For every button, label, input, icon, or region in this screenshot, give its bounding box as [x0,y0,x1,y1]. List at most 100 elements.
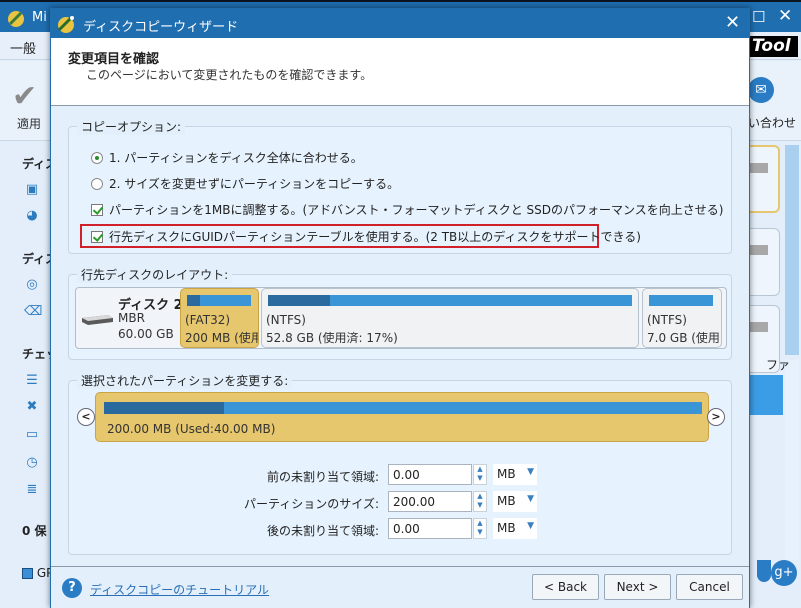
partition-fs: (NTFS) [647,313,687,327]
google-plus-icon[interactable]: g+ [771,560,797,586]
option-label: 行先ディスクにGUIDパーティションテーブルを使用する。(2 TB以上のディスク… [109,230,641,244]
align-icon[interactable]: ☰ [24,373,40,389]
partition-size-bar[interactable] [104,402,702,414]
tools-icon[interactable]: ✖ [24,399,40,415]
chevron-down-icon[interactable]: ▼ [527,521,534,531]
partition-bar [649,295,713,306]
brand-logo: Tool [748,36,798,57]
spinner-icon[interactable]: ▲ ▼ [473,518,487,539]
chevron-right-icon[interactable]: > [707,408,725,426]
copy-options-legend: コピーオプション: [77,118,186,135]
unit-value: MB [497,521,516,535]
page-title: 変更項目を確認 [68,52,160,67]
dialog-title: ディスクコピーウィザード [83,20,239,35]
unit-value: MB [497,467,516,481]
page-subtitle: このページにおいて変更されたものを確認できます。 [86,68,373,82]
gauge-icon[interactable]: ◷ [24,455,40,471]
option-label: パーティションを1MBに調整する。(アドバンスト・フォーマットディスクと SSD… [109,203,724,217]
unallocated-after-row: 後の未割り当て領域: ▲▼ MB ▼ [259,518,549,540]
partition-bar [187,295,251,306]
destination-layout-group: 行先ディスクのレイアウト: ディスク 2 MBR 60.00 GB (FAT32… [68,266,732,360]
list-icon[interactable]: ≣ [24,482,40,498]
partition-icon[interactable]: ◕ [24,208,40,224]
partition-block[interactable]: (NTFS) 52.8 GB (使用済: 17%) [261,288,639,348]
scrollbar[interactable] [785,360,799,560]
disk-size: 60.00 GB [118,327,174,341]
option-label: 2. サイズを変更せずにパーティションをコピーする。 [109,177,400,191]
unallocated-before-row: 前の未割り当て領域: ▲▼ MB ▼ [259,464,549,486]
radio-unselected[interactable] [91,177,103,190]
partition-used-bar [187,295,200,306]
unallocated-before-input[interactable] [388,464,472,485]
partition-capacity: 200 MB (使用 [185,331,259,345]
partition-used-bar [104,402,224,414]
unit-select[interactable]: MB ▼ [493,464,537,485]
partition-fs: (FAT32) [185,313,231,327]
option-fit-disk-radio[interactable]: 1. パーティションをディスク全体に合わせる。 [91,149,363,166]
disk-type: MBR [118,311,145,325]
field-label: 前の未割り当て領域: [266,470,379,484]
chevron-left-icon[interactable]: < [77,408,95,426]
maximize-icon[interactable]: ☐ [752,8,765,26]
partition-capacity: 52.8 GB (使用済: 17%) [266,331,398,345]
option-use-gpt-checkbox[interactable]: 行先ディスクにGUIDパーティションテーブルを使用する。(2 TB以上のディスク… [91,228,641,245]
spinner-icon[interactable]: ▲ ▼ [473,464,487,485]
back-button[interactable]: < Back [532,574,599,600]
partition-capacity: 7.0 GB (使用 [647,331,720,345]
disk-card[interactable] [750,145,780,213]
option-label: 1. パーティションをディスク全体に合わせる。 [109,151,363,165]
unit-select[interactable]: MB ▼ [493,518,537,539]
unit-value: MB [497,494,516,508]
option-no-resize-radio[interactable]: 2. サイズを変更せずにパーティションをコピーする。 [91,175,399,192]
dialog-close-icon[interactable]: ✕ [725,12,740,33]
field-label: 後の未割り当て領域: [266,524,379,538]
destination-layout-legend: 行先ディスクのレイアウト: [77,266,233,283]
cancel-button[interactable]: Cancel [676,574,743,600]
chevron-down-icon[interactable]: ▼ [527,467,534,477]
selected-partition-bar[interactable]: 200.00 MB (Used:40.00 MB) [95,392,709,442]
twitter-icon[interactable] [757,560,771,582]
unallocated-after-input[interactable] [388,518,472,539]
scrollbar[interactable] [785,145,799,355]
disk-card[interactable] [750,228,780,296]
partition-size-row: パーティションのサイズ: ▲▼ MB ▼ [244,491,549,513]
apply-label[interactable]: 適用 [17,115,41,132]
radio-selected[interactable] [91,151,103,164]
chevron-down-icon[interactable]: ▼ [527,494,534,504]
contact-label[interactable]: い合わせ [748,114,796,131]
partition-fs: (NTFS) [266,313,306,327]
selected-row[interactable] [750,375,783,415]
menu-general[interactable]: 一般 [10,38,36,57]
partition-bar [268,295,632,306]
legend-swatch [22,568,33,579]
app-logo-icon [8,11,24,27]
legend-gpt: GP [22,566,53,580]
mail-icon[interactable]: ✉ [748,77,774,103]
checkbox-checked[interactable] [91,230,103,243]
unit-select[interactable]: MB ▼ [493,491,537,512]
id-icon[interactable]: ▭ [24,427,40,443]
partition-summary: 200.00 MB (Used:40.00 MB) [107,422,276,436]
option-align-1mb-checkbox[interactable]: パーティションを1MBに調整する。(アドバンスト・フォーマットディスクと SSD… [91,201,723,218]
checkbox-checked[interactable] [91,203,103,216]
pending-count: 0 保 [22,524,47,538]
destination-disk-map: ディスク 2 MBR 60.00 GB (FAT32) 200 MB (使用 (… [75,287,727,349]
surface-test-icon[interactable]: ◎ [24,277,40,293]
hard-disk-icon [82,315,113,325]
modify-partition-legend: 選択されたパーティションを変更する: [77,372,293,389]
dialog-titlebar: ディスクコピーウィザード ✕ [51,9,749,38]
partition-block[interactable]: (FAT32) 200 MB (使用 [180,288,259,348]
help-icon[interactable]: ? [62,578,82,598]
apply-check-icon[interactable]: ✔ [12,79,37,114]
spinner-icon[interactable]: ▲ ▼ [473,491,487,512]
close-icon[interactable]: ✕ [778,6,792,26]
disk-copy-wizard-dialog: ディスクコピーウィザード ✕ 変更項目を確認 このページにおいて変更されたものを… [50,8,750,608]
trash-icon[interactable]: ⌫ [24,304,42,320]
disk-icon[interactable]: ▣ [24,182,40,198]
partition-size-input[interactable] [388,491,472,512]
column-header: ファ [766,358,791,372]
next-button[interactable]: Next > [604,574,671,600]
tutorial-link[interactable]: ディスクコピーのチュートリアル [90,581,269,598]
partition-block[interactable]: (NTFS) 7.0 GB (使用 [642,288,722,348]
background-app-title: Mi [32,10,47,25]
